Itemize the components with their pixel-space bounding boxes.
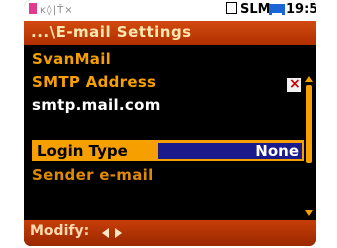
svanmail-toggle[interactable]: × xyxy=(287,76,301,92)
status-bar: ĸ◊|Ť× SLM 19:59 xyxy=(24,0,316,21)
file-icon xyxy=(29,3,37,14)
menu-item-login-type[interactable]: Login Type None xyxy=(32,140,304,161)
scrollbar[interactable] xyxy=(305,76,313,216)
menu-item-smtp-address[interactable]: SMTP Address xyxy=(32,73,156,91)
login-type-value-box[interactable]: None xyxy=(158,142,302,160)
footer-bar: Modify: xyxy=(24,220,316,246)
close-icon: × xyxy=(289,76,301,92)
scroll-thumb[interactable] xyxy=(306,85,312,163)
mode-label: SLM xyxy=(240,2,271,17)
battery-icon xyxy=(269,4,285,15)
arrow-right-icon xyxy=(115,228,122,238)
menu-item-svanmail[interactable]: SvanMail xyxy=(32,50,111,68)
arrow-left-icon xyxy=(102,228,109,238)
scroll-up-icon[interactable] xyxy=(305,76,313,82)
modify-hint: Modify: xyxy=(30,223,90,239)
mode-box-icon xyxy=(226,2,237,14)
status-icons: ĸ◊|Ť× xyxy=(29,3,74,16)
menu-item-sender-email[interactable]: Sender e-mail xyxy=(32,166,154,184)
login-type-value: None xyxy=(255,142,299,160)
page-title: ...\E-mail Settings xyxy=(31,23,192,41)
device-screen: ĸ◊|Ť× SLM 19:59 ...\E-mail Settings Svan… xyxy=(24,0,316,246)
scroll-down-icon[interactable] xyxy=(305,210,313,216)
login-type-label: Login Type xyxy=(37,142,128,160)
mode-indicator: SLM xyxy=(226,2,271,17)
status-icons-text: ĸ◊|Ť× xyxy=(40,5,74,16)
title-bar: ...\E-mail Settings xyxy=(24,21,316,45)
smtp-address-value[interactable]: smtp.mail.com xyxy=(32,96,161,114)
clock: 19:59 xyxy=(286,2,316,17)
